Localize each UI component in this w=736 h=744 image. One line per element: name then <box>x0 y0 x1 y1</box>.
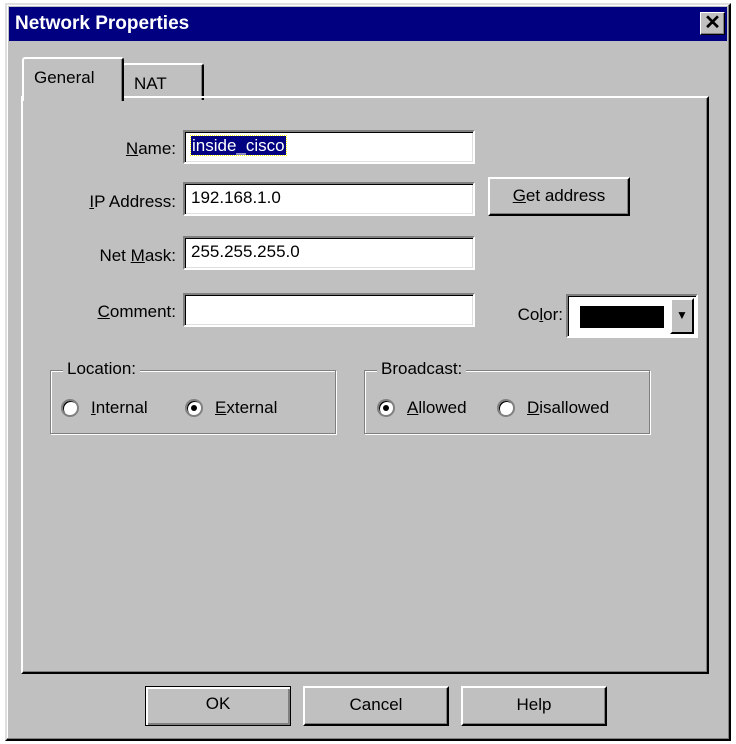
ok-button[interactable]: OK <box>145 686 291 726</box>
tab-nat[interactable]: NAT <box>122 63 204 100</box>
dialog-title: Network Properties <box>15 13 190 34</box>
tab-general-label: General <box>34 68 95 87</box>
general-tab-panel <box>21 96 709 674</box>
tab-general[interactable]: General <box>22 57 124 101</box>
close-button[interactable]: ✕ <box>700 12 725 35</box>
title-bar[interactable]: Network Properties ✕ <box>9 7 727 41</box>
close-icon: ✕ <box>704 12 721 34</box>
cancel-button[interactable]: Cancel <box>303 686 449 726</box>
help-button[interactable]: Help <box>461 686 607 726</box>
tab-nat-label: NAT <box>134 74 167 93</box>
